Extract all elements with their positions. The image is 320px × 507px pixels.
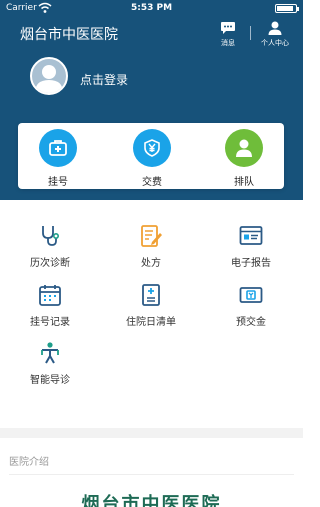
page-title: 烟台市中医医院 (20, 27, 118, 43)
intro-divider (9, 474, 294, 475)
hospital-list-icon (142, 284, 160, 306)
message-icon (221, 22, 235, 34)
calendar-icon (39, 285, 61, 306)
user-icon (268, 21, 282, 35)
stethoscope-icon (42, 226, 60, 246)
section-separator (0, 428, 303, 438)
queue-icon-circle (225, 129, 263, 167)
default-avatar-icon (35, 65, 63, 93)
quick-actions-card: 挂号 交费 排队 (18, 123, 284, 189)
queue-button[interactable]: 排队 (214, 129, 274, 188)
prescription-button[interactable]: 处方 (111, 224, 191, 269)
prepayment-button[interactable]: 预交金 (211, 283, 291, 328)
diagnosis-history-button[interactable]: 历次诊断 (10, 224, 90, 269)
hospital-intro-banner[interactable]: 烟台市中医医院 (0, 490, 303, 507)
register-icon-circle (39, 129, 77, 167)
personal-center-label: 个人中心 (261, 39, 289, 47)
register-label: 挂号 (48, 177, 68, 188)
payment-button[interactable]: 交费 (122, 129, 182, 188)
smart-guide-button[interactable]: 智能导诊 (10, 341, 90, 386)
inpatient-daily-list-button[interactable]: 住院日清单 (111, 283, 191, 328)
avatar[interactable] (30, 57, 68, 95)
prescription-icon (141, 225, 162, 247)
e-report-label: 电子报告 (231, 258, 271, 269)
messages-label: 消息 (221, 39, 235, 47)
registration-record-label: 挂号记录 (30, 317, 70, 328)
status-bar: Carrier 5:53 PM (0, 0, 303, 16)
money-icon (239, 287, 263, 303)
payment-icon-circle (133, 129, 171, 167)
clock-time: 5:53 PM (130, 3, 173, 13)
messages-button[interactable]: 消息 (208, 20, 248, 48)
personal-center-button[interactable]: 个人中心 (253, 20, 297, 48)
login-link[interactable]: 点击登录 (80, 71, 128, 88)
person-icon (236, 139, 252, 157)
smart-guide-label: 智能导诊 (30, 375, 70, 386)
yuan-shield-icon (144, 139, 160, 157)
e-report-button[interactable]: 电子报告 (211, 224, 291, 269)
medical-kit-icon (49, 140, 67, 156)
prepayment-label: 预交金 (236, 317, 266, 328)
guide-person-icon (41, 342, 59, 364)
battery-level (277, 6, 293, 11)
hospital-intro-heading: 医院介绍 (9, 457, 49, 468)
battery-icon (275, 4, 299, 13)
payment-label: 交费 (142, 177, 162, 188)
register-button[interactable]: 挂号 (28, 129, 88, 188)
registration-record-button[interactable]: 挂号记录 (10, 283, 90, 328)
diagnosis-history-label: 历次诊断 (30, 258, 70, 269)
header-divider (250, 26, 251, 40)
report-icon (239, 226, 263, 245)
prescription-label: 处方 (141, 258, 161, 269)
inpatient-daily-list-label: 住院日清单 (126, 317, 176, 328)
queue-label: 排队 (234, 177, 254, 188)
